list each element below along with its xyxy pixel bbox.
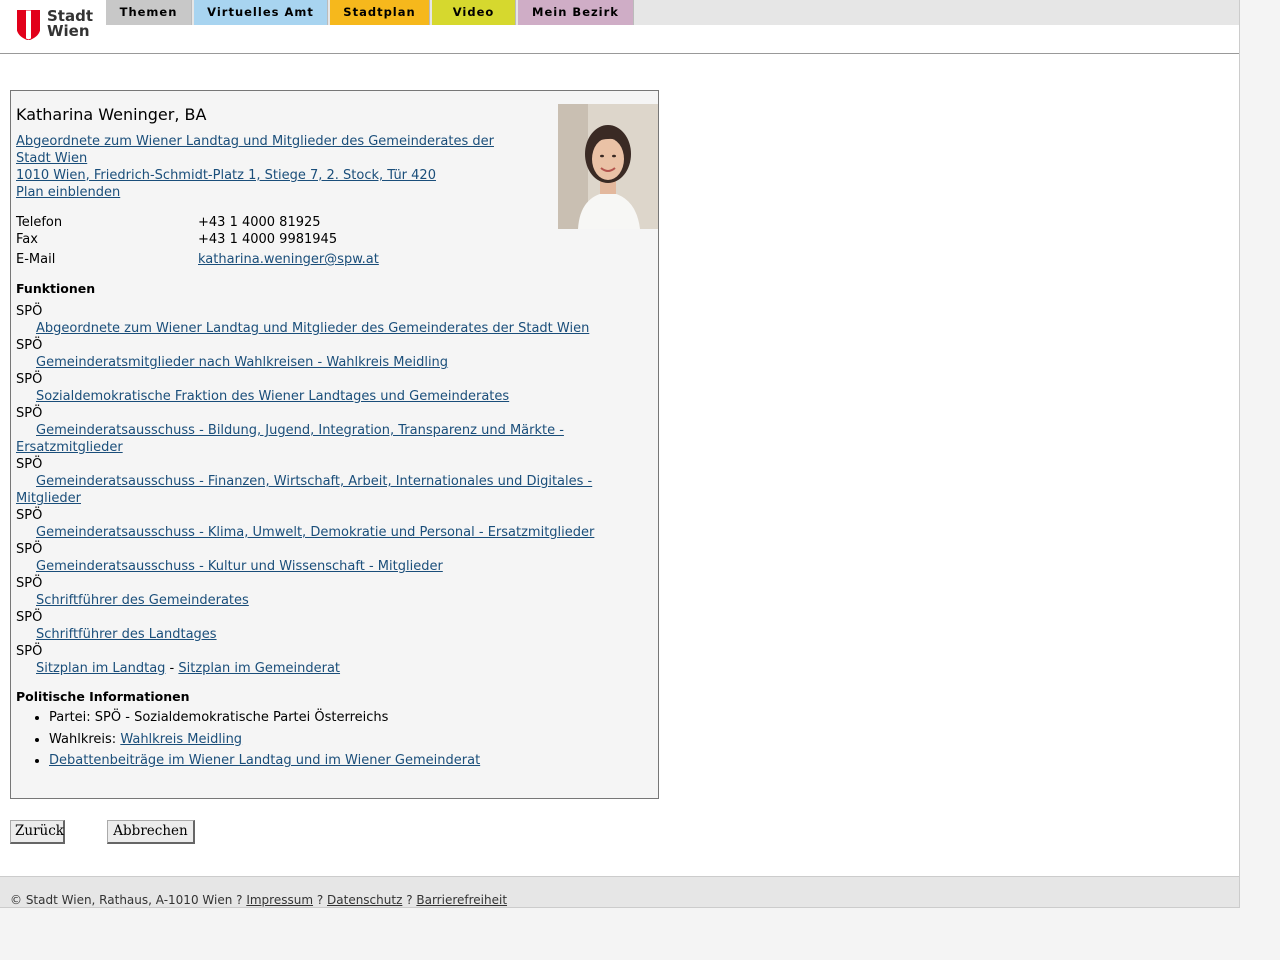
district-label: Wahlkreis:	[49, 731, 121, 747]
person-name: Katharina Weninger, BA	[16, 105, 207, 124]
seat-plans: Sitzplan im Landtag - Sitzplan im Gemein…	[16, 660, 616, 677]
datenschutz-link[interactable]: Datenschutz	[327, 893, 402, 907]
function-party: SPÖ	[16, 304, 43, 319]
political-info-list: Partei: SPÖ - Sozialdemokratische Partei…	[16, 709, 669, 774]
email-label: E-Mail	[16, 252, 56, 267]
function-party: SPÖ	[16, 372, 43, 387]
phone-label: Telefon	[16, 215, 63, 230]
function-party: SPÖ	[16, 542, 43, 557]
back-button[interactable]: Zurück	[10, 820, 65, 844]
district-link[interactable]: Wahlkreis Meidling	[120, 732, 242, 747]
contact-info: Telefon +43 1 4000 81925 Fax +43 1 4000 …	[16, 214, 536, 268]
address-link[interactable]: 1010 Wien, Friedrich-Schmidt-Platz 1, St…	[16, 167, 516, 184]
site-header: Stadt Wien Themen Virtuelles Amt Stadtpl…	[0, 0, 1239, 54]
phone-row: Telefon +43 1 4000 81925	[16, 214, 536, 231]
email-link[interactable]: katharina.weninger@spw.at	[198, 251, 379, 268]
functions-title: Funktionen	[16, 281, 96, 296]
seat-plan-separator: -	[165, 661, 179, 676]
functions-list: SPÖ Abgeordnete zum Wiener Landtag und M…	[16, 303, 616, 677]
footer-separator: ?	[402, 893, 417, 907]
main-nav: Themen Virtuelles Amt Stadtplan Video Me…	[106, 0, 1239, 25]
function-party: SPÖ	[16, 576, 43, 591]
nav-tab-mein-bezirk[interactable]: Mein Bezirk	[518, 0, 634, 25]
nav-tab-themen[interactable]: Themen	[106, 0, 192, 25]
function-link[interactable]: Gemeinderatsausschuss - Finanzen, Wirtsc…	[16, 474, 592, 506]
wien-shield-icon	[17, 10, 40, 40]
seat-plan-gemeinderat-link[interactable]: Sitzplan im Gemeinderat	[178, 661, 340, 676]
seat-plan-landtag-link[interactable]: Sitzplan im Landtag	[36, 661, 165, 676]
function-party: SPÖ	[16, 644, 43, 659]
party-text: Partei: SPÖ - Sozialdemokratische Partei…	[49, 710, 389, 725]
function-party: SPÖ	[16, 508, 43, 523]
function-link[interactable]: Gemeinderatsausschuss - Klima, Umwelt, D…	[36, 525, 594, 540]
function-link[interactable]: Gemeinderatsmitglieder nach Wahlkreisen …	[36, 355, 448, 370]
footer-separator: ?	[313, 893, 328, 907]
debates-item: Debattenbeiträge im Wiener Landtag und i…	[49, 752, 669, 769]
party-item: Partei: SPÖ - Sozialdemokratische Partei…	[49, 709, 669, 726]
email-row: E-Mail katharina.weninger@spw.at	[16, 251, 536, 268]
logo-text: Stadt Wien	[47, 9, 93, 39]
function-link[interactable]: Schriftführer des Gemeinderates	[36, 593, 249, 608]
person-card: Katharina Weninger, BA Abgeordnete zum W…	[10, 90, 659, 799]
function-party: SPÖ	[16, 406, 43, 421]
function-link[interactable]: Abgeordnete zum Wiener Landtag und Mitgl…	[36, 321, 589, 336]
cancel-button[interactable]: Abbrechen	[107, 820, 195, 844]
debates-link[interactable]: Debattenbeiträge im Wiener Landtag und i…	[49, 753, 480, 768]
political-info-title: Politische Informationen	[16, 689, 190, 704]
district-item: Wahlkreis: Wahlkreis Meidling	[49, 731, 669, 748]
nav-tab-stadtplan[interactable]: Stadtplan	[330, 0, 430, 25]
function-party: SPÖ	[16, 610, 43, 625]
function-link[interactable]: Gemeinderatsausschuss - Bildung, Jugend,…	[16, 423, 564, 455]
fax-value: +43 1 4000 9981945	[198, 232, 338, 247]
stadt-wien-logo[interactable]: Stadt Wien	[17, 9, 97, 42]
logo-line2: Wien	[47, 22, 90, 40]
function-link[interactable]: Sozialdemokratische Fraktion des Wiener …	[36, 389, 509, 404]
role-link[interactable]: Abgeordnete zum Wiener Landtag und Mitgl…	[16, 133, 516, 167]
fax-label: Fax	[16, 232, 38, 247]
show-plan-link[interactable]: Plan einblenden	[16, 184, 516, 201]
nav-tab-virtuelles-amt[interactable]: Virtuelles Amt	[194, 0, 328, 25]
barrierefreiheit-link[interactable]: Barrierefreiheit	[416, 893, 507, 907]
function-link[interactable]: Gemeinderatsausschuss - Kultur und Wisse…	[36, 559, 443, 574]
page: Stadt Wien Themen Virtuelles Amt Stadtpl…	[0, 0, 1240, 908]
person-links: Abgeordnete zum Wiener Landtag und Mitgl…	[16, 133, 516, 201]
nav-tab-video[interactable]: Video	[432, 0, 516, 25]
portrait-image	[558, 104, 658, 229]
impressum-link[interactable]: Impressum	[246, 893, 313, 907]
person-photo	[558, 104, 658, 229]
function-party: SPÖ	[16, 338, 43, 353]
phone-value: +43 1 4000 81925	[198, 215, 321, 230]
function-link[interactable]: Schriftführer des Landtages	[36, 627, 217, 642]
fax-row: Fax +43 1 4000 9981945	[16, 231, 536, 248]
function-party: SPÖ	[16, 457, 43, 472]
footer-text: © Stadt Wien, Rathaus, A-1010 Wien ? Imp…	[10, 893, 507, 907]
footer-copyright: © Stadt Wien, Rathaus, A-1010 Wien ?	[10, 893, 247, 907]
site-footer: © Stadt Wien, Rathaus, A-1010 Wien ? Imp…	[0, 876, 1239, 908]
